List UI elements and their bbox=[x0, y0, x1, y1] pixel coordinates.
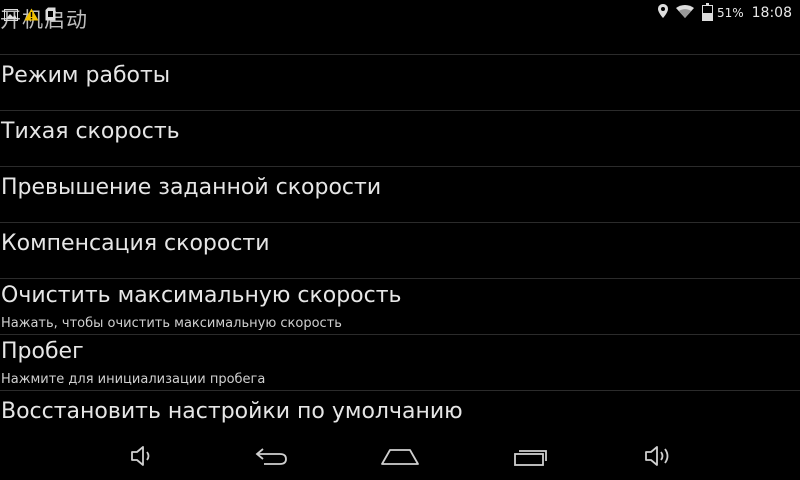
volume-down-icon bbox=[131, 446, 150, 466]
image-icon bbox=[4, 6, 18, 25]
home-icon bbox=[381, 449, 419, 465]
recent-apps-button[interactable] bbox=[508, 440, 552, 472]
status-icons: 51% 18:08 bbox=[657, 3, 792, 22]
battery-icon bbox=[701, 3, 713, 21]
settings-item-title: Компенсация скорости bbox=[1, 231, 270, 256]
settings-item-subtitle: Нажмите для инициализации пробега bbox=[1, 372, 266, 387]
settings-item-title: Пробег bbox=[1, 339, 84, 364]
settings-item-title: Восстановить настройки по умолчанию bbox=[1, 399, 463, 424]
volume-up-button[interactable] bbox=[636, 440, 680, 472]
warning-icon bbox=[24, 6, 39, 25]
settings-item-quiet-speed[interactable]: Тихая скорость bbox=[0, 110, 800, 166]
wifi-icon bbox=[675, 4, 694, 22]
settings-item-speed-compensation[interactable]: Компенсация скорости bbox=[0, 222, 800, 278]
settings-item-title: Превышение заданной скорости bbox=[1, 175, 382, 200]
volume-up-icon bbox=[645, 446, 669, 466]
navigation-bar bbox=[0, 432, 800, 480]
settings-item-mode[interactable]: Режим работы bbox=[0, 54, 800, 110]
settings-item-subtitle: Нажать, чтобы очистить максимальную скор… bbox=[1, 316, 342, 331]
sd-card-icon bbox=[45, 6, 56, 25]
back-button[interactable] bbox=[250, 440, 294, 472]
volume-down-button[interactable] bbox=[120, 440, 164, 472]
settings-item-mileage[interactable]: Пробег Нажмите для инициализации пробега bbox=[0, 334, 800, 390]
location-icon bbox=[657, 4, 668, 22]
settings-list: Режим работы Тихая скорость Превышение з… bbox=[0, 54, 800, 446]
notification-icons bbox=[4, 6, 56, 25]
back-icon bbox=[255, 448, 287, 465]
settings-item-title: Режим работы bbox=[1, 63, 171, 88]
settings-item-overspeed[interactable]: Превышение заданной скорости bbox=[0, 166, 800, 222]
status-bar: 开机启动 51% 18:08 bbox=[0, 0, 800, 32]
home-button[interactable] bbox=[378, 440, 422, 472]
clock: 18:08 bbox=[751, 5, 792, 21]
settings-item-title: Очистить максимальную скорость bbox=[1, 283, 402, 308]
battery-percent: 51% bbox=[716, 6, 744, 20]
recent-apps-icon bbox=[514, 450, 547, 466]
settings-item-title: Тихая скорость bbox=[1, 119, 180, 144]
settings-item-clear-max-speed[interactable]: Очистить максимальную скорость Нажать, ч… bbox=[0, 278, 800, 334]
